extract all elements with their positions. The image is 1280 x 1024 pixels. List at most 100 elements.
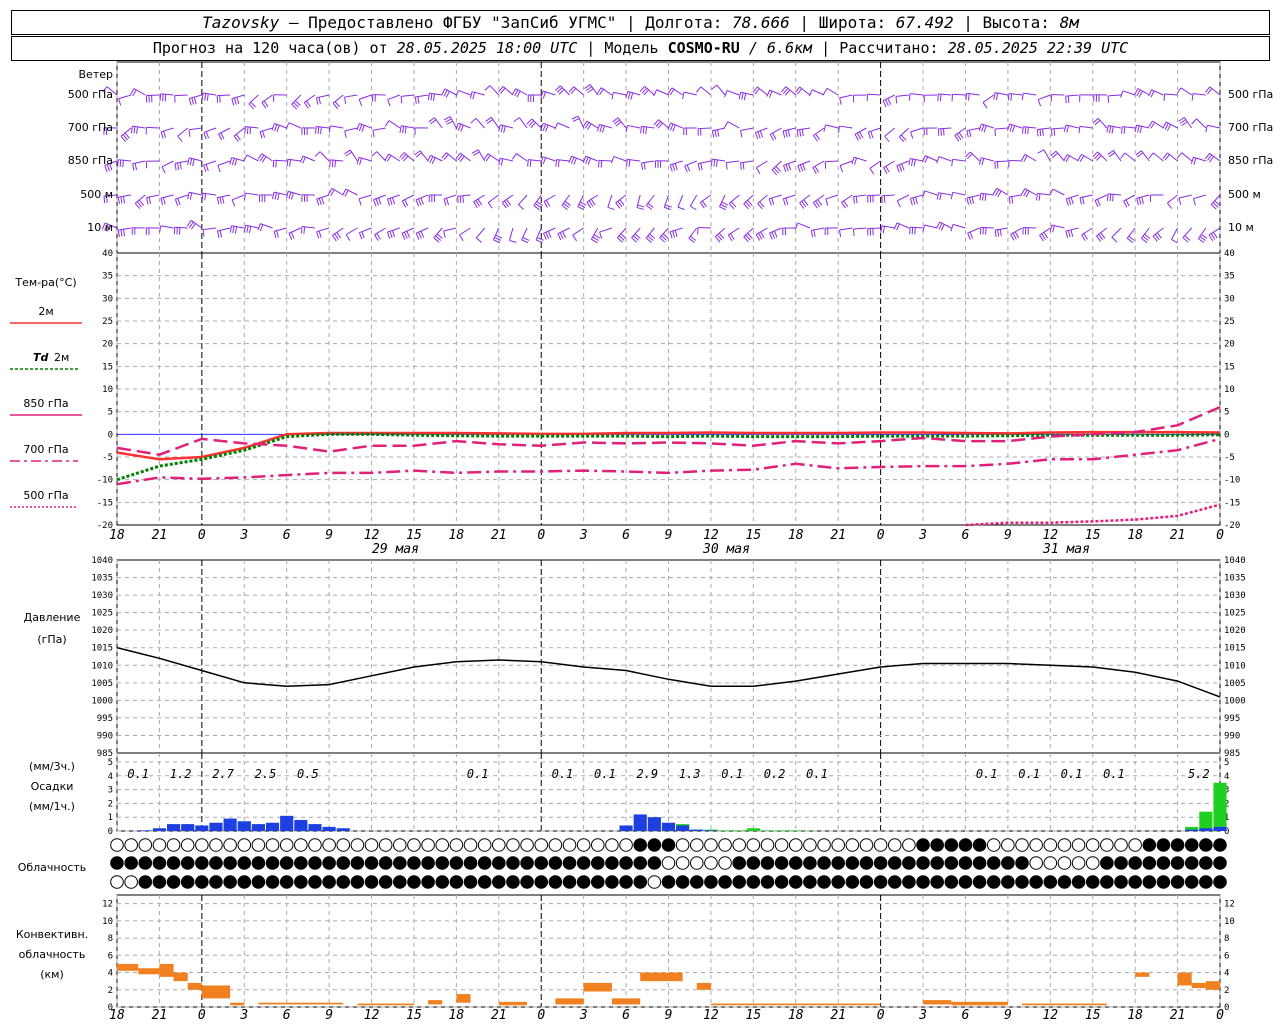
conv-bar <box>138 968 160 975</box>
wind-barb-staff <box>1122 126 1136 129</box>
wind-barb <box>159 93 174 102</box>
cloud-circle <box>180 875 195 889</box>
wind-barb-staff <box>1140 150 1150 162</box>
wind-barb <box>682 91 697 100</box>
precip-ytick-right: 5 <box>1224 758 1229 768</box>
wind-barb-staff <box>331 187 344 196</box>
precip-bar-blue <box>704 830 718 831</box>
cloud-circle <box>986 838 1001 852</box>
wind-barb <box>130 125 146 134</box>
wind-barb-feather <box>372 130 375 138</box>
wind-barb-feather <box>487 202 493 209</box>
precip-3h-label: 0.1 <box>594 767 616 781</box>
wind-barb-feather <box>769 134 775 141</box>
cloud-circle <box>1100 838 1114 852</box>
wind-barb <box>443 116 457 129</box>
wind-barb-staff <box>1170 227 1179 240</box>
wind-barb <box>813 194 825 209</box>
wind-barb <box>640 125 655 135</box>
wind-barb <box>797 160 811 173</box>
cloud-circle <box>407 875 421 889</box>
wind-barb-feather <box>912 197 916 205</box>
wind-barb-feather <box>285 122 290 130</box>
level-700hpa-right: 700 гПа <box>1228 121 1273 134</box>
wind-barb <box>1191 93 1206 101</box>
cloud-circle <box>675 856 690 870</box>
cloud-circle <box>873 856 888 870</box>
wind-barb-staff <box>715 227 726 238</box>
temp-xtick: 18 <box>1127 528 1143 543</box>
cloud-circle <box>902 875 916 889</box>
wind-barb-feather <box>204 193 207 201</box>
cloud-circle <box>661 856 676 870</box>
legend-td: Td <box>33 351 49 364</box>
wind-barb <box>625 124 641 133</box>
wind-barb <box>910 127 924 139</box>
wind-barb <box>714 227 726 243</box>
temp-ytick-right: 0 <box>1224 430 1229 440</box>
wind-barb-staff <box>233 127 245 137</box>
wind-barb <box>610 155 627 164</box>
temp-xtick: 18 <box>788 528 804 543</box>
wind-barb-feather <box>994 230 997 238</box>
wind-barb-feather <box>495 234 503 239</box>
precip-unit-3h: (мм/3ч.) <box>29 760 75 773</box>
wind-barb-feather <box>547 230 552 238</box>
wind-barb <box>485 116 500 129</box>
wind-barb-feather <box>578 203 586 208</box>
wind-barb-staff <box>316 126 330 129</box>
wind-barb-staff <box>769 194 782 200</box>
wind-barb-feather <box>162 197 166 205</box>
cloud-circle <box>166 856 181 870</box>
wind-barb-feather <box>1096 199 1101 206</box>
cloud-circle <box>831 875 845 889</box>
wind-barb-feather <box>246 126 249 134</box>
wind-barb-staff <box>1009 159 1023 162</box>
wind-barb <box>743 194 754 210</box>
wind-barb-feather <box>384 120 390 127</box>
wind-barb <box>201 192 217 201</box>
wind-barb-feather <box>174 198 179 206</box>
wind-barb-feather <box>262 130 266 138</box>
wind-barb-feather <box>772 132 777 140</box>
wind-barb <box>470 117 486 129</box>
wind-barb <box>328 125 344 133</box>
wind-barb <box>342 188 358 197</box>
precip-bar-green <box>746 828 760 831</box>
wind-barb <box>625 90 641 100</box>
conv-bar <box>1135 972 1150 977</box>
press-ytick-left: 1015 <box>91 644 113 654</box>
wind-barb-feather <box>401 233 406 240</box>
conv-xtick: 6 <box>962 1008 970 1023</box>
precip-bar-blue <box>1185 829 1199 831</box>
cloud-circle <box>732 856 747 870</box>
temp-ytick-left: 30 <box>102 294 113 304</box>
precip-label: Осадки <box>31 780 74 793</box>
wind-barb <box>371 151 387 162</box>
temp-xtick: 15 <box>746 528 762 543</box>
wind-barb-staff <box>273 227 287 232</box>
wind-barb-staff <box>740 160 754 164</box>
cloud-circle <box>195 856 209 870</box>
cloud-circle <box>944 856 959 870</box>
wind-barb <box>498 124 514 133</box>
precip-bar-blue <box>223 818 237 831</box>
wind-barb <box>1140 227 1151 243</box>
wind-barb <box>345 227 358 241</box>
wind-barb <box>1135 150 1150 162</box>
wind-barb-feather <box>951 159 954 167</box>
cloud-circle <box>492 856 506 870</box>
press-ytick-right: 995 <box>1224 714 1240 724</box>
wind-barb-feather <box>400 96 403 104</box>
wind-barb-feather <box>329 159 331 167</box>
wind-barb-feather <box>317 126 320 134</box>
cloud-circle <box>520 856 534 870</box>
precip-ytick-left: 1 <box>108 813 113 823</box>
wind-barb <box>841 194 853 209</box>
wind-barb-feather <box>386 231 391 239</box>
wind-barb <box>1021 92 1037 101</box>
wind-barb-feather <box>979 193 982 201</box>
wind-barb-feather <box>572 234 577 242</box>
cloud-circle <box>1156 838 1171 852</box>
wind-barb <box>518 194 528 210</box>
